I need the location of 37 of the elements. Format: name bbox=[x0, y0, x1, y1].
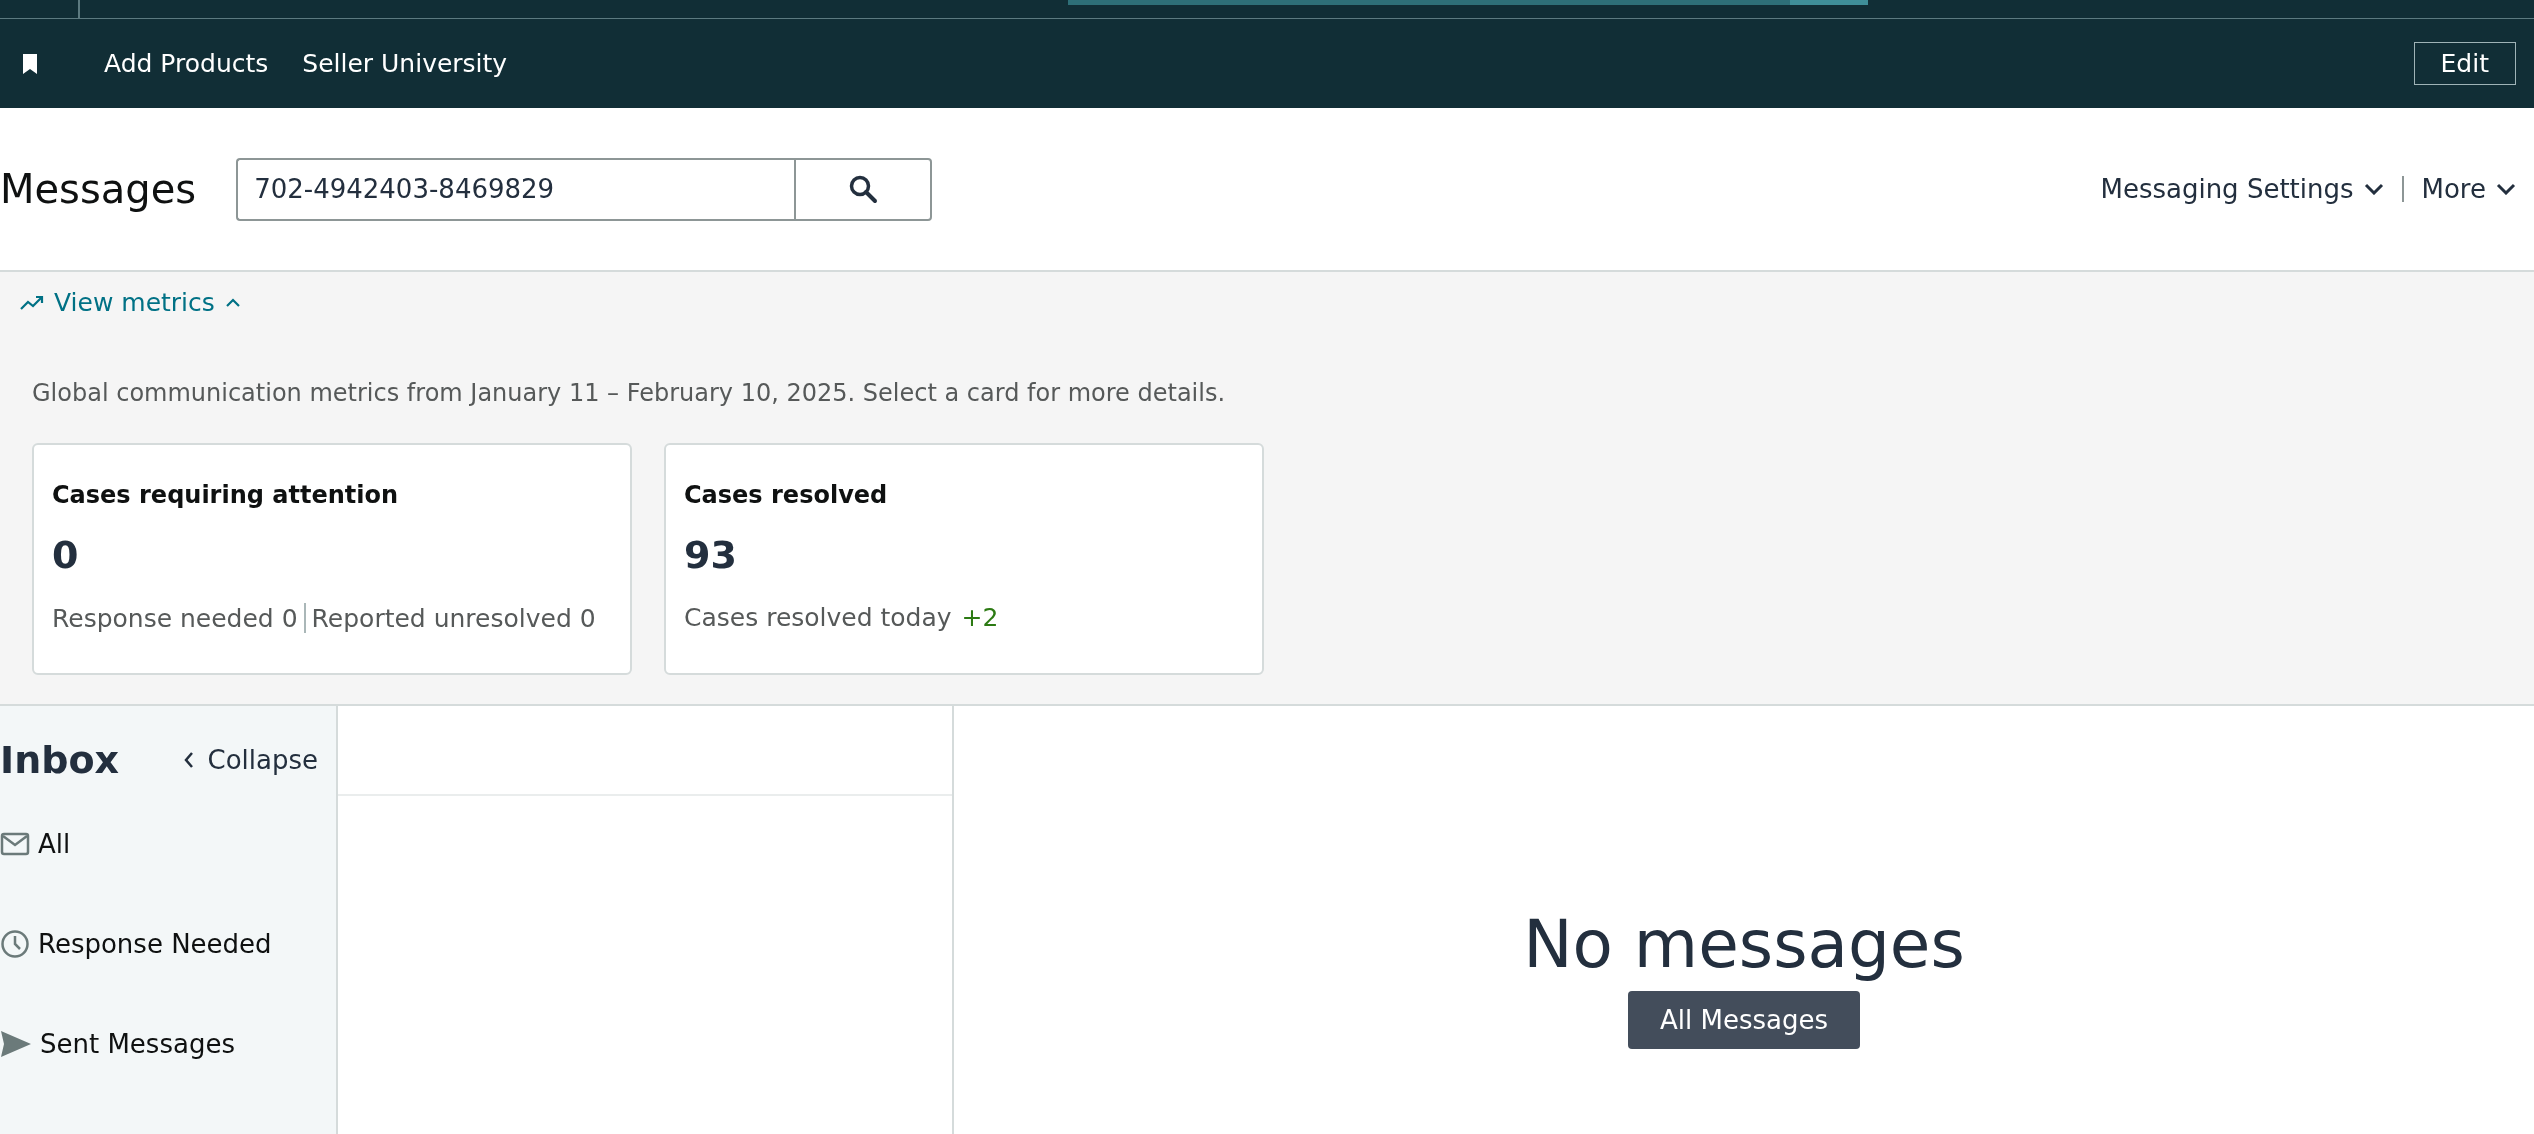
trend-icon bbox=[20, 294, 44, 311]
card-detail: Response needed 0 bbox=[52, 603, 298, 633]
delta-value: +2 bbox=[961, 603, 999, 632]
search-field[interactable]: 702-4942403-8469829 bbox=[236, 157, 795, 221]
search-button[interactable] bbox=[794, 157, 933, 221]
edit-button[interactable]: Edit bbox=[2413, 42, 2516, 85]
inbox-title: Inbox bbox=[0, 738, 119, 782]
metrics-description: Global communication metrics from January 11 – February 10, 2025. Select a card for more details. bbox=[32, 379, 1227, 407]
page-title: Messages bbox=[0, 166, 197, 212]
bookmark-icon[interactable] bbox=[22, 52, 38, 75]
mail-icon bbox=[0, 832, 30, 856]
nav-link[interactable]: Add Products bbox=[104, 49, 269, 78]
metric-card[interactable]: Cases resolved 93 Cases resolved today +2 bbox=[664, 443, 1264, 675]
card-title: Cases requiring attention bbox=[52, 481, 400, 509]
inbox-folder[interactable]: Response Needed bbox=[0, 894, 336, 994]
card-value: 0 bbox=[52, 533, 80, 577]
card-detail: Reported unresolved 0 bbox=[311, 603, 596, 633]
card-value: 93 bbox=[684, 533, 738, 577]
all-messages-button[interactable]: All Messages bbox=[1628, 991, 1860, 1049]
card-detail: Cases resolved today bbox=[684, 603, 952, 632]
send-icon bbox=[0, 1030, 32, 1058]
chevron-left-icon bbox=[183, 751, 194, 769]
search-icon bbox=[848, 174, 879, 204]
chevron-up-icon bbox=[224, 297, 241, 308]
metric-card[interactable]: Cases requiring attention 0 Response needed 0 Reported unresolved 0 bbox=[32, 443, 632, 675]
collapse-button[interactable]: Collapse bbox=[183, 745, 318, 775]
chevron-down-icon bbox=[2363, 183, 2384, 195]
inbox-folder[interactable]: Sent Messages bbox=[0, 994, 336, 1094]
inbox-folder[interactable]: All bbox=[0, 794, 336, 894]
view-metrics-toggle[interactable]: View metrics bbox=[20, 288, 241, 317]
nav-link[interactable]: Seller University bbox=[302, 49, 508, 78]
clock-icon bbox=[0, 929, 30, 959]
chevron-down-icon bbox=[2496, 183, 2516, 195]
card-title: Cases resolved bbox=[684, 481, 889, 509]
dropdown-menu[interactable]: More bbox=[2417, 174, 2520, 204]
empty-state-title: No messages bbox=[1523, 906, 1965, 983]
dropdown-menu[interactable]: Messaging Settings bbox=[2096, 174, 2388, 204]
